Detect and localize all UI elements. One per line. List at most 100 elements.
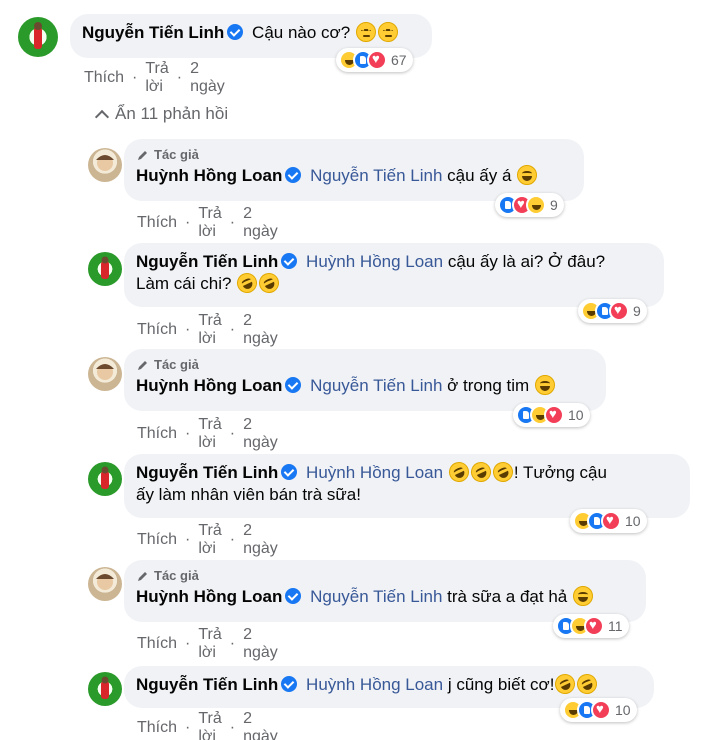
reaction-count: 10 [625,513,641,529]
separator: · [185,425,191,442]
comment-text: j cũng biết cơ! [447,675,555,694]
reply-button[interactable]: Trả lời [145,60,168,96]
comment-text: cậu ấy là ai? Ở đâu? [447,252,606,271]
rofl-emoji-icon [552,670,579,698]
hide-replies-label: Ẩn 11 phản hồi [115,104,229,123]
comment-time[interactable]: 2 ngày [243,626,278,662]
mention-link[interactable]: Nguyễn Tiến Linh [310,587,442,606]
rofl-emoji-icon [233,269,261,297]
comment-text: trà sữa a đạt hả [447,587,568,606]
comment-author[interactable]: Nguyễn Tiến Linh [136,252,278,271]
comment-text: cậu ấy á [447,166,512,185]
rofl-emoji-icon [467,458,495,486]
verified-icon [285,377,302,393]
separator: · [229,425,236,442]
comment-time[interactable]: 2 ngày [243,312,278,348]
avatar[interactable] [88,462,122,496]
separator: · [132,69,138,86]
mention-link[interactable]: Huỳnh Hồng Loan [306,675,443,694]
comment-time[interactable]: 2 ngày [243,416,278,452]
verified-icon [285,588,302,604]
comment-actions: Thích · Trả lời · 2 ngày [137,626,278,662]
verified-icon [227,24,244,40]
comment-author[interactable]: Nguyễn Tiến Linh [136,463,278,482]
avatar[interactable] [88,672,122,706]
love-reaction-icon [544,405,564,425]
rofl-emoji-icon [255,269,283,297]
comment-bubble: Nguyễn Tiến Linh Huỳnh Hồng Loan cậu ấy … [124,243,664,307]
like-button[interactable]: Thích [137,321,177,339]
reaction-summary[interactable]: 10 [513,403,590,427]
reply-button[interactable]: Trả lời [198,312,221,348]
reaction-summary[interactable]: 10 [570,509,647,533]
reply-button[interactable]: Trả lời [198,416,221,452]
verified-icon [281,253,298,269]
avatar[interactable] [88,252,122,286]
separator: · [229,719,236,736]
separator: · [229,635,236,652]
separator: · [185,321,191,338]
author-badge: Tác giả [136,357,594,373]
avatar[interactable] [88,357,122,391]
rofl-emoji-icon [489,458,517,486]
comment-time[interactable]: 2 ngày [243,710,278,740]
confused-face-emoji-icon [355,22,376,42]
hide-replies-toggle[interactable]: Ẩn 11 phản hồi [94,104,229,124]
avatar[interactable] [88,148,122,182]
verified-icon [285,167,302,183]
separator: · [229,214,236,231]
comment-author[interactable]: Nguyễn Tiến Linh [82,23,224,42]
avatar[interactable] [88,567,122,601]
comment-text: ở trong tim [447,376,530,395]
comment-actions: Thích · Trả lời · 2 ngày [137,312,278,348]
reply-button[interactable]: Trả lời [198,522,221,558]
mention-link[interactable]: Nguyễn Tiến Linh [310,376,442,395]
reaction-count: 9 [550,197,558,213]
like-button[interactable]: Thích [137,425,177,443]
reaction-summary[interactable]: 9 [495,193,564,217]
comment-actions: Thích · Trả lời · 2 ngày [137,522,278,558]
love-reaction-icon [367,50,387,70]
comment-author[interactable]: Huỳnh Hồng Loan [136,587,282,606]
reply-button[interactable]: Trả lời [198,626,221,662]
reaction-summary[interactable]: 9 [578,299,647,323]
comment-time[interactable]: 2 ngày [243,205,278,241]
comment-text-line2: Làm cái chi? [136,274,232,293]
mention-link[interactable]: Huỳnh Hồng Loan [306,252,443,271]
author-badge: Tác giả [136,147,572,163]
rofl-emoji-icon [574,670,601,698]
separator: · [185,635,191,652]
like-button[interactable]: Thích [137,719,177,737]
love-reaction-icon [584,616,604,636]
reaction-summary[interactable]: 11 [553,614,629,638]
comment-time[interactable]: 2 ngày [190,60,225,96]
like-button[interactable]: Thích [137,531,177,549]
separator: · [185,214,191,231]
comment-time[interactable]: 2 ngày [243,522,278,558]
comment-actions: Thích · Trả lời · 2 ngày [137,205,278,241]
reply-button[interactable]: Trả lời [198,205,221,241]
rofl-emoji-icon [445,458,473,486]
reply-button[interactable]: Trả lời [198,710,221,740]
love-reaction-icon [591,700,611,720]
comment-actions: Thích · Trả lời · 2 ngày [84,60,225,96]
grinning-squinting-emoji-icon [534,375,555,395]
avatar[interactable] [18,17,58,57]
mention-link[interactable]: Nguyễn Tiến Linh [310,166,442,185]
chevron-up-icon [94,109,110,124]
separator: · [176,69,183,86]
like-button[interactable]: Thích [137,214,177,232]
reaction-count: 67 [391,52,407,68]
like-button[interactable]: Thích [137,635,177,653]
like-button[interactable]: Thích [84,69,124,87]
comment-bubble: Tác giả Huỳnh Hồng Loan Nguyễn Tiến Linh… [124,560,646,622]
mention-link[interactable]: Huỳnh Hồng Loan [306,463,443,482]
reaction-count: 9 [633,303,641,319]
comment-author[interactable]: Huỳnh Hồng Loan [136,376,282,395]
reaction-summary[interactable]: 10 [560,698,637,722]
reaction-count: 11 [608,618,623,634]
comment-author[interactable]: Huỳnh Hồng Loan [136,166,282,185]
reaction-summary[interactable]: 67 [336,48,413,72]
verified-icon [281,464,298,480]
comment-author[interactable]: Nguyễn Tiến Linh [136,675,278,694]
